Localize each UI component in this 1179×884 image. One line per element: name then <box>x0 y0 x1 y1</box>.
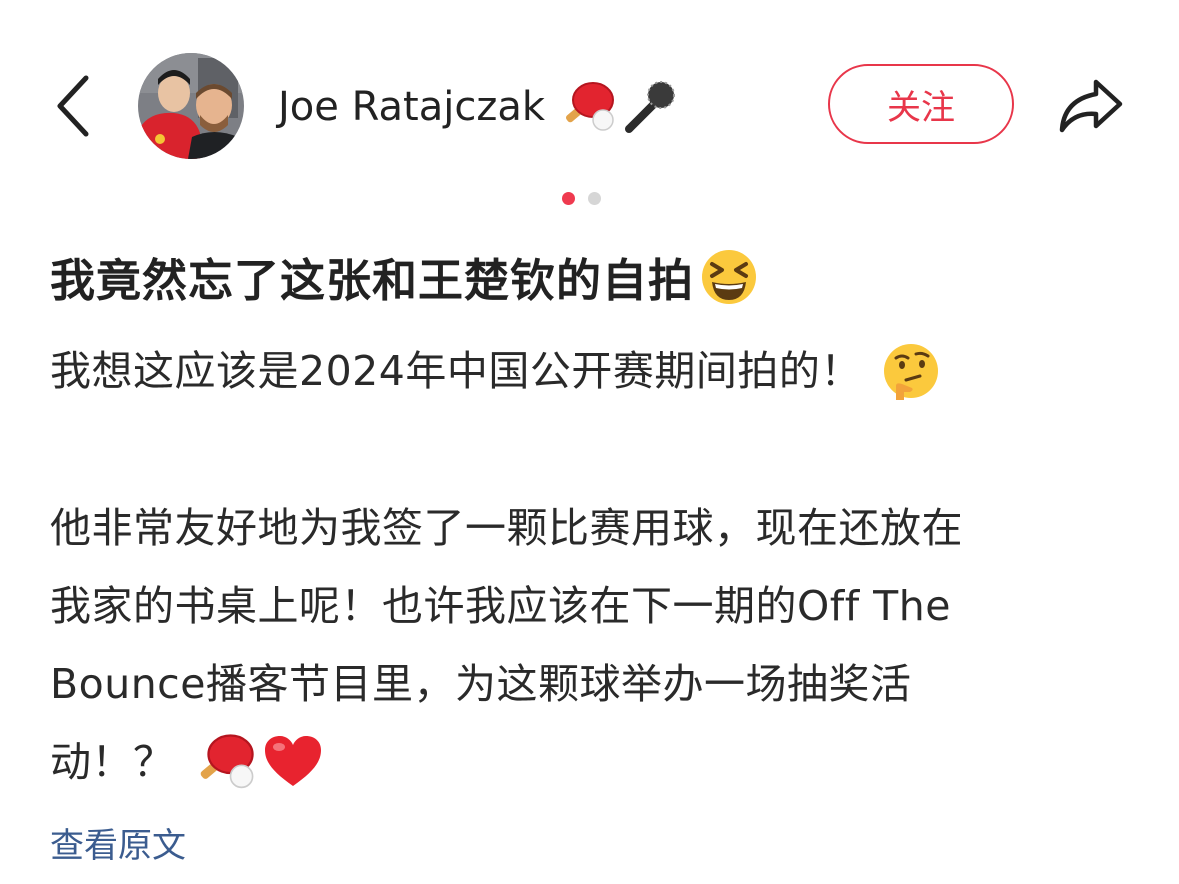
post-body-line-text: 我家的书桌上呢！也许我应该在下一期的Off The <box>50 582 951 630</box>
post-body-line: Bounce播客节目里，为这颗球举办一场抽奖活 <box>50 645 911 723</box>
username-emojis <box>559 79 679 135</box>
post-body-line-text: Bounce播客节目里，为这颗球举办一场抽奖活 <box>50 660 912 708</box>
post-header: Joe Ratajczak 关注 <box>0 40 1179 172</box>
share-button[interactable] <box>1056 70 1126 140</box>
follow-label: 关注 <box>887 87 955 128</box>
post-body-line-text: 我想这应该是2024年中国公开赛期间拍的！ <box>50 347 862 395</box>
view-original-link[interactable]: 查看原文 <box>50 818 186 867</box>
post-body-line: 他非常友好地为我签了一颗比赛用球，现在还放在 <box>50 489 963 567</box>
ping-pong-icon <box>200 734 254 789</box>
view-original-text: 查看原文 <box>50 826 186 866</box>
microphone-icon <box>625 81 675 133</box>
post-body-line: 我想这应该是2024年中国公开赛期间拍的！ <box>50 332 940 410</box>
back-button[interactable] <box>44 64 104 148</box>
post-body-line-text: 他非常友好地为我签了一颗比赛用球，现在还放在 <box>50 504 963 552</box>
username-text: Joe Ratajczak <box>278 84 545 130</box>
username[interactable]: Joe Ratajczak <box>278 80 679 134</box>
post-body-line-text: 动！？ <box>50 738 175 786</box>
follow-button[interactable]: 关注 <box>828 64 1014 144</box>
avatar[interactable] <box>138 53 244 159</box>
image-pager-dots <box>562 192 601 205</box>
thinking-face-icon <box>883 344 938 400</box>
pager-dot <box>588 192 601 205</box>
post-title-text: 我竟然忘了这张和王楚钦的自拍 <box>50 254 695 307</box>
post-title: 我竟然忘了这张和王楚钦的自拍 <box>50 244 758 309</box>
post-body-line: 我家的书桌上呢！也许我应该在下一期的Off The <box>50 567 951 645</box>
chevron-left-icon <box>57 75 89 137</box>
laughing-face-icon <box>702 249 757 304</box>
pager-dot-active <box>562 192 575 205</box>
avatar-photo <box>138 53 244 159</box>
share-icon <box>1059 79 1123 133</box>
post-body-line: 动！？ <box>50 723 323 801</box>
ping-pong-icon <box>565 82 614 131</box>
red-heart-icon <box>264 736 321 786</box>
post-detail-page: Joe Ratajczak 关注 我竟然忘了这张和王楚钦的自拍 我想这应该是20… <box>0 0 1179 884</box>
